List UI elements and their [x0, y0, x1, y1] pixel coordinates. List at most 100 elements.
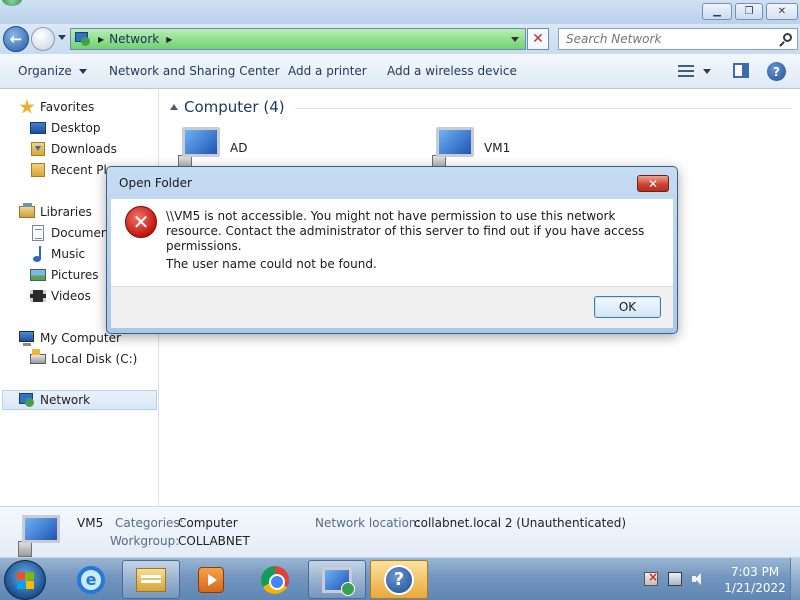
- organize-menu[interactable]: Organize: [18, 64, 87, 78]
- notification-area: [638, 566, 718, 594]
- breadcrumb-arrow-icon[interactable]: ▶: [98, 35, 104, 44]
- add-printer-button[interactable]: Add a printer: [288, 64, 367, 78]
- details-workgroup-value: COLLABNET: [178, 534, 250, 548]
- minimize-icon: ▁: [713, 6, 721, 17]
- sidebar-item-desktop[interactable]: Desktop: [30, 118, 101, 138]
- sidebar-item-music[interactable]: Music: [30, 244, 85, 264]
- sidebar-item-network[interactable]: Network: [2, 390, 157, 410]
- sidebar-item-label: Videos: [51, 289, 91, 303]
- back-arrow-icon: ←: [9, 30, 23, 48]
- breadcrumb-arrow-icon[interactable]: ▶: [166, 35, 172, 44]
- views-icon[interactable]: [678, 65, 694, 78]
- dialog-footer: OK: [111, 286, 673, 328]
- preview-pane-icon[interactable]: [733, 63, 749, 78]
- close-button[interactable]: ✕: [766, 3, 798, 20]
- system-clock[interactable]: 7:03 PM 1/21/2022: [720, 564, 790, 596]
- error-icon: ✕: [125, 206, 157, 238]
- taskbar-help-and-support[interactable]: ?: [370, 560, 428, 599]
- downloads-icon: [30, 141, 46, 157]
- address-bar[interactable]: ▶ Network ▶: [70, 28, 526, 50]
- organize-label: Organize: [18, 64, 72, 78]
- network-tray-icon[interactable]: [668, 572, 682, 586]
- sidebar-item-favorites[interactable]: Favorites: [19, 97, 94, 117]
- details-workgroup-label: Workgroup:: [110, 534, 180, 548]
- breadcrumb-network[interactable]: Network: [109, 32, 159, 46]
- address-history-dropdown[interactable]: [511, 37, 519, 42]
- ok-button[interactable]: OK: [594, 296, 661, 318]
- sidebar-item-label: Local Disk (C:): [51, 352, 138, 366]
- dialog-detail: The user name could not be found.: [166, 257, 377, 271]
- windows-explorer-icon: [136, 567, 166, 592]
- taskbar: e ? 7:03 PM 1/21/2022: [0, 557, 800, 600]
- taskbar-chrome[interactable]: [246, 560, 304, 599]
- desktop-icon: [30, 120, 46, 136]
- search-input[interactable]: [566, 32, 766, 46]
- back-button[interactable]: ←: [3, 26, 29, 52]
- documents-icon: [30, 225, 46, 241]
- sidebar-item-label: Network: [40, 393, 91, 407]
- stop-button[interactable]: ✕: [527, 28, 549, 50]
- recent-pages-dropdown[interactable]: [58, 35, 66, 40]
- windows-start-icon[interactable]: [4, 560, 46, 600]
- dialog-body: ✕ \\VM5 is not accessible. You might not…: [111, 199, 673, 286]
- sidebar-item-label: Favorites: [40, 100, 95, 114]
- close-icon: ✕: [777, 6, 787, 17]
- forward-button[interactable]: [31, 27, 55, 51]
- computer-icon: [19, 330, 35, 346]
- sidebar-item-pictures[interactable]: Pictures: [30, 265, 99, 285]
- taskbar-media-player[interactable]: [182, 560, 240, 599]
- details-network-location-value: collabnet.local 2 (Unauthenticated): [414, 516, 627, 530]
- network-sharing-center-button[interactable]: Network and Sharing Center: [109, 64, 280, 78]
- close-icon: ✕: [647, 176, 659, 191]
- details-network-location-label: Network location:: [315, 516, 421, 530]
- add-wireless-device-button[interactable]: Add a wireless device: [387, 64, 517, 78]
- action-center-flag-icon[interactable]: [644, 570, 658, 586]
- computer-icon: [18, 515, 62, 557]
- collapse-arrow-icon[interactable]: [170, 104, 178, 110]
- media-player-icon: [198, 566, 224, 593]
- group-title: Computer (4): [184, 98, 285, 116]
- window-titlebar: ▁ ❐ ✕: [0, 0, 800, 24]
- taskbar-internet-explorer[interactable]: e: [62, 560, 120, 599]
- taskbar-remote-desktop[interactable]: [308, 560, 366, 599]
- group-header-computer[interactable]: Computer (4): [168, 96, 792, 118]
- volume-icon[interactable]: [692, 572, 706, 586]
- computer-icon: [432, 127, 476, 173]
- taskbar-windows-explorer[interactable]: [122, 560, 180, 599]
- views-dropdown[interactable]: [703, 69, 711, 74]
- network-icon: [75, 32, 91, 46]
- computer-icon: [178, 127, 222, 173]
- maximize-icon: ❐: [744, 6, 754, 17]
- item-label: AD: [230, 141, 248, 155]
- videos-icon: [30, 288, 46, 304]
- computer-item-ad[interactable]: AD: [178, 127, 248, 173]
- clock-time: 7:03 PM: [730, 565, 780, 579]
- chrome-icon: [261, 565, 289, 594]
- help-icon[interactable]: ?: [767, 62, 786, 81]
- local-disk-icon: [30, 349, 46, 367]
- search-icon[interactable]: [779, 33, 792, 47]
- details-pane: VM5 Categories: Computer Workgroup: COLL…: [0, 506, 800, 557]
- star-icon: [19, 99, 35, 115]
- dialog-close-button[interactable]: ✕: [637, 175, 669, 192]
- sidebar-item-videos[interactable]: Videos: [30, 286, 91, 306]
- item-label: VM1: [484, 141, 511, 155]
- stop-icon: ✕: [532, 31, 544, 47]
- chevron-down-icon: [78, 69, 87, 74]
- minimize-button[interactable]: ▁: [702, 3, 732, 20]
- search-box[interactable]: [558, 28, 798, 50]
- details-categories-label: Categories:: [115, 516, 184, 530]
- command-bar: Organize Network and Sharing Center Add …: [0, 54, 800, 89]
- details-name: VM5: [77, 516, 104, 530]
- dialog-message: \\VM5 is not accessible. You might not h…: [166, 209, 645, 253]
- sidebar-item-local-disk[interactable]: Local Disk (C:): [30, 349, 137, 369]
- sidebar-item-downloads[interactable]: Downloads: [30, 139, 117, 159]
- show-desktop-button[interactable]: [790, 558, 800, 600]
- internet-explorer-icon: e: [77, 565, 105, 594]
- maximize-button[interactable]: ❐: [735, 3, 763, 20]
- computer-item-vm1[interactable]: VM1: [432, 127, 511, 173]
- clock-date: 1/21/2022: [724, 581, 786, 595]
- sidebar-item-libraries[interactable]: Libraries: [19, 202, 92, 222]
- sidebar-item-label: Pictures: [51, 268, 99, 282]
- group-divider: [294, 107, 792, 109]
